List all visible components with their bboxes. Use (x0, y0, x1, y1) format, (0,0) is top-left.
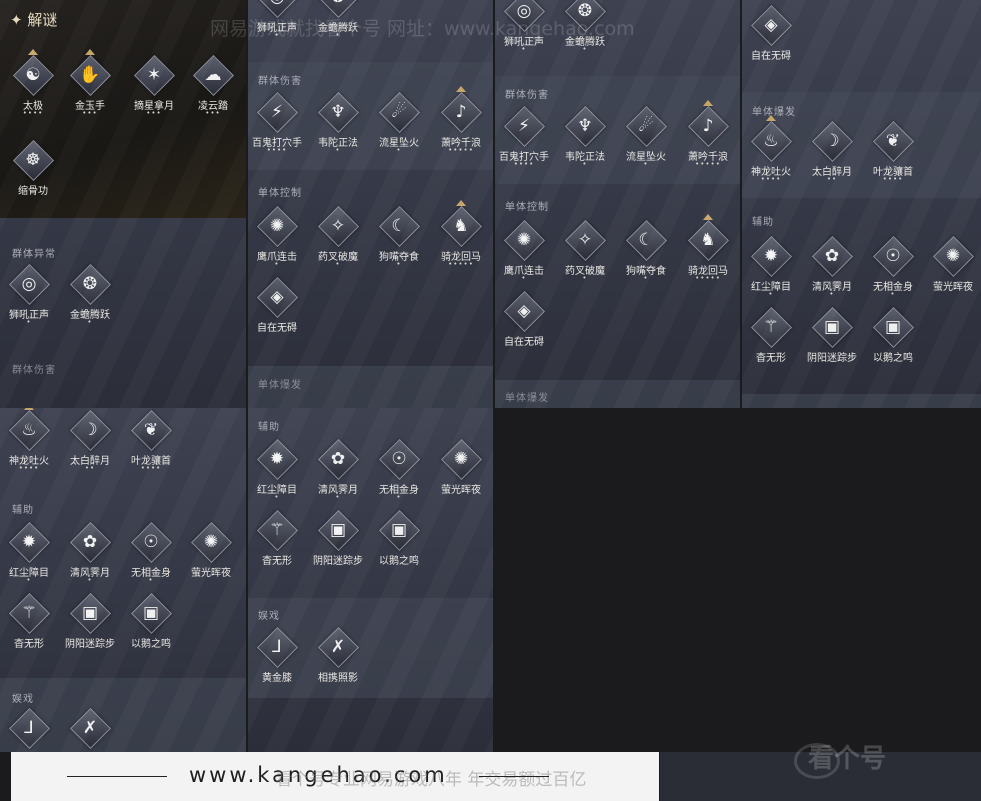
skills-panel-b: ◎狮吼正声• ❂金蟾腾跃• 群体伤害 ⚡百鬼打穴手•••• ♆韦陀正法• ☄流星… (248, 0, 493, 408)
jade-hand-icon: ✋ (79, 65, 101, 85)
section-title-group-damage: 群体伤害 (258, 76, 302, 87)
flute-wave-icon: ♪ (702, 116, 714, 136)
drunk-moon-icon: ☽ (824, 131, 840, 151)
footer-banner: www.kangehao.com 看个号专业网易游戏八年 年交易额过百亿 (11, 752, 659, 801)
free-mind-icon: ◈ (764, 15, 778, 35)
red-dust-icon: ✹ (21, 532, 37, 552)
firefly-icon: ✺ (203, 532, 219, 552)
red-dust-icon: ✹ (269, 449, 285, 469)
leaf-dragon-icon: ❦ (143, 420, 159, 440)
section-title-entertainment: 娱戏 (258, 611, 280, 622)
section-title-group-damage: 群体伤害 (12, 365, 56, 376)
red-dust-icon: ✹ (763, 246, 779, 266)
firefly-icon: ✺ (453, 449, 469, 469)
golden-toad-icon: ❂ (82, 274, 98, 294)
skills-panel-e: ♨ 神龙吐火 •••• ☽ 太白醉月 •• ❦ 叶龙骧首 •••• 辅助 ✹ 红尘障目 • ✿ 清… (0, 408, 246, 752)
yaksha-icon: ✧ (330, 216, 346, 236)
golden-knee-icon: ⅃ (272, 637, 282, 657)
skills-panel-a: ✦ 解谜 ☯ 太极 •••• ✋ 金玉手 ••• ✶ 摘星拿月 ••• ☁ 凌云踏 ••• ☸ 缩… (0, 0, 246, 408)
golden-body-icon: ☉ (391, 449, 407, 469)
flute-wave-icon: ♪ (455, 102, 467, 122)
twin-shadow-icon: ✗ (82, 718, 98, 738)
vanish-icon: ⚚ (763, 317, 779, 337)
golden-body-icon: ☉ (143, 532, 159, 552)
meteor-fire-icon: ☄ (391, 102, 407, 122)
section-title-group-damage: 群体伤害 (505, 90, 549, 101)
sparkle-icon: ✦ (10, 11, 23, 29)
section-title-support: 辅助 (12, 505, 34, 516)
skills-panel-c: ◎ 狮吼正声 • ❂ 金蟾腾跃 • 群体伤害 ⚡ 百鬼打穴手 •••• ♆ 韦陀正法 • ☄ 流星… (495, 0, 740, 408)
section-title-single-control: 单体控制 (258, 188, 302, 199)
shrink-bone-icon: ☸ (25, 150, 41, 170)
skills-panel-f: 辅助 ✹ 红尘障目 • ✿ 清风霁月 • ☉ 无相金身 • ✺ 萤光晖夜 ⚚ 杳无形 ▣ 阴阳迷踪… (248, 408, 493, 752)
yinyang-step-icon: ▣ (823, 317, 841, 337)
section-title-group-status: 群体异常 (12, 249, 56, 260)
puzzle-header: ✦ 解谜 (10, 9, 57, 30)
section-title-single-burst: 单体爆发 (258, 380, 302, 391)
eagle-claw-icon: ✺ (516, 230, 532, 250)
star-grab-icon: ✶ (146, 65, 162, 85)
watermark-top: 网易游戏就找看个号 网址：www.kangehao.com (210, 18, 635, 40)
goose-call-icon: ▣ (390, 520, 408, 540)
meteor-fire-icon: ☄ (638, 116, 654, 136)
yinyang-step-icon: ▣ (81, 603, 99, 623)
breeze-moon-icon: ✿ (330, 449, 346, 469)
ghost-strike-icon: ⚡ (271, 102, 283, 122)
leaf-dragon-icon: ❦ (885, 131, 901, 151)
dragon-fire-icon: ♨ (21, 420, 37, 440)
breeze-moon-icon: ✿ (82, 532, 98, 552)
yinyang-step-icon: ▣ (329, 520, 347, 540)
free-mind-icon: ◈ (517, 301, 531, 321)
goose-call-icon: ▣ (884, 317, 902, 337)
firefly-icon: ✺ (945, 246, 961, 266)
weituo-icon: ♆ (330, 102, 346, 122)
eagle-claw-icon: ✺ (269, 216, 285, 236)
twin-shadow-icon: ✗ (330, 637, 346, 657)
section-title-support: 辅助 (258, 422, 280, 433)
skills-panel-d: ◈ 自在无碍 单体爆发 ♨ 神龙吐火 •••• ☽ 太白醉月 •• ❦ 叶龙骧首 •••• 辅… (742, 0, 981, 408)
golden-knee-icon: ⅃ (24, 718, 34, 738)
weituo-icon: ♆ (577, 116, 593, 136)
vanish-icon: ⚚ (269, 520, 285, 540)
breeze-moon-icon: ✿ (824, 246, 840, 266)
ghost-strike-icon: ⚡ (518, 116, 530, 136)
section-title-single-control: 单体控制 (505, 202, 549, 213)
cloud-step-icon: ☁ (204, 65, 222, 85)
dragon-ride-icon: ♞ (700, 230, 716, 250)
dragon-fire-icon: ♨ (763, 131, 779, 151)
lion-roar-icon: ◎ (21, 274, 37, 294)
page-title: 解谜 (27, 11, 58, 29)
vanish-icon: ⚚ (21, 603, 37, 623)
free-mind-icon: ◈ (270, 287, 284, 307)
yaksha-icon: ✧ (577, 230, 593, 250)
taiji-icon: ☯ (25, 65, 41, 85)
golden-body-icon: ☉ (885, 246, 901, 266)
section-title-support: 辅助 (752, 217, 774, 228)
dog-snatch-icon: ☾ (391, 216, 407, 236)
section-title-entertainment: 娱戏 (12, 694, 34, 705)
goose-call-icon: ▣ (142, 603, 160, 623)
footer-slogan: 看个号专业网易游戏八年 年交易额过百亿 (275, 770, 587, 790)
section-title-single-burst: 单体爆发 (505, 393, 549, 404)
drunk-moon-icon: ☽ (82, 420, 98, 440)
kangehao-logo: 看个号 (794, 738, 886, 779)
dragon-ride-icon: ♞ (453, 216, 469, 236)
dog-snatch-icon: ☾ (638, 230, 654, 250)
